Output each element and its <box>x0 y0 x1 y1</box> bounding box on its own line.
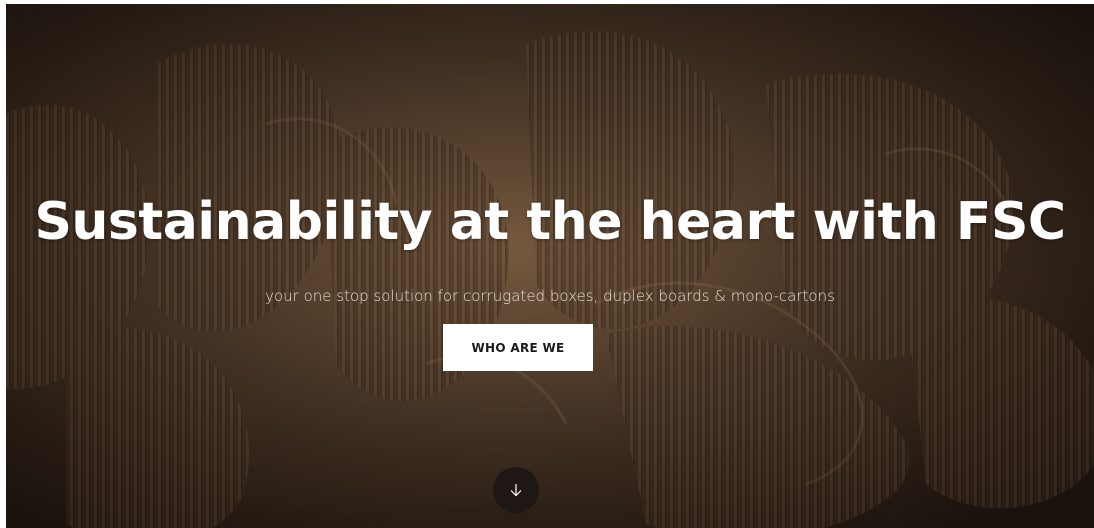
hero-section: Sustainability at the heart with FSC you… <box>6 4 1094 528</box>
hero-headline: Sustainability at the heart with FSC <box>34 192 1066 252</box>
arrow-down-icon <box>510 484 522 497</box>
hero-subtitle: your one stop solution for corrugated bo… <box>265 287 835 305</box>
hero-overlay <box>6 4 1094 528</box>
who-are-we-button[interactable]: WHO ARE WE <box>443 324 593 371</box>
scroll-down-button[interactable] <box>493 467 539 513</box>
